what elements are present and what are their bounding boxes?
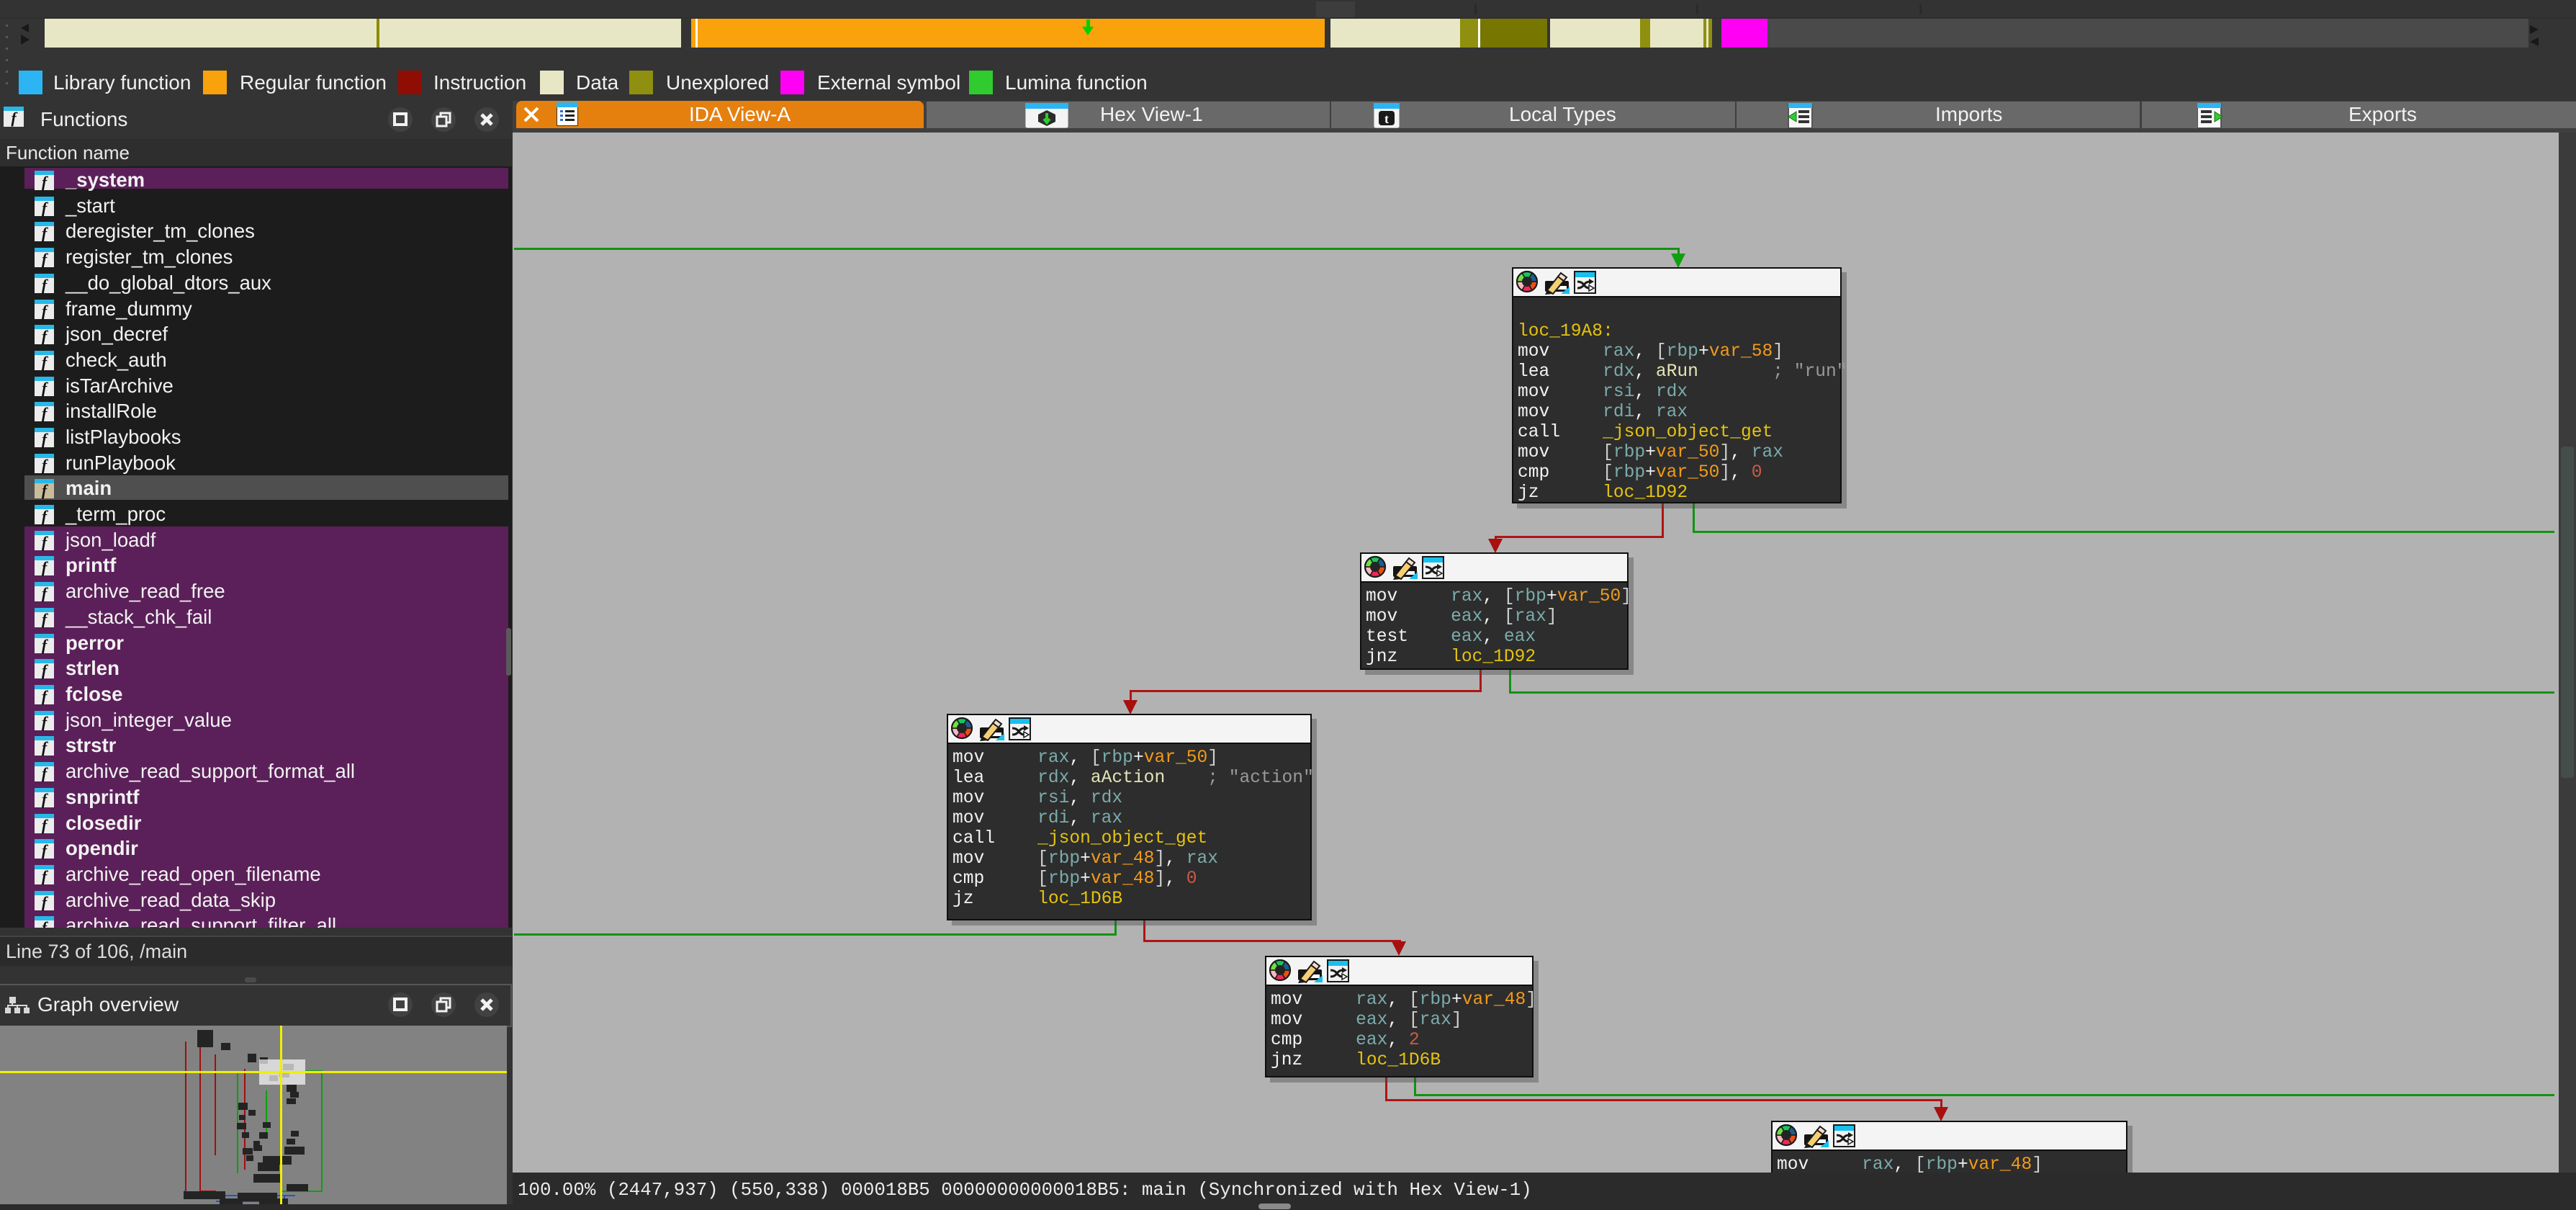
svg-text:t: t bbox=[1384, 112, 1389, 126]
